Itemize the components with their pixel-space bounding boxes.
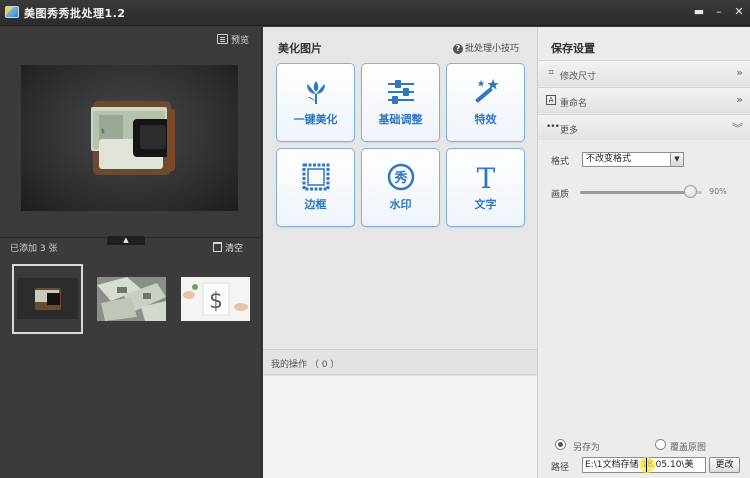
tool-frame[interactable]: 边框 — [276, 148, 355, 227]
tulip-icon — [307, 81, 325, 104]
rename-icon: A — [546, 95, 556, 105]
crop-icon: ⌗ — [548, 68, 554, 78]
rename-row[interactable]: A 重命名 » — [538, 87, 750, 113]
tool-basic-adjust[interactable]: 基础调整 — [361, 63, 440, 142]
tool-label: 水印 — [389, 198, 412, 211]
trash-icon — [213, 242, 222, 252]
quality-label: 画质 — [551, 190, 570, 200]
title-bar: 美图秀秀批处理1.2 ▬ – ✕ — [0, 0, 750, 26]
text-icon: T — [477, 162, 496, 192]
window-title: 美图秀秀批处理1.2 — [24, 7, 126, 20]
tips-link[interactable]: ? 批处理小技巧 — [452, 41, 519, 54]
operations-label: 我的操作 （ 0 ） — [271, 360, 340, 370]
thumbnail-3[interactable]: $ — [181, 277, 250, 321]
quality-slider-handle[interactable] — [683, 185, 697, 198]
tool-label: 特效 — [474, 113, 497, 126]
clear-label: 清空 — [225, 244, 244, 254]
chevron-down-icon: ▼ — [670, 153, 683, 166]
operations-header: 我的操作 （ 0 ） — [263, 349, 537, 375]
tool-text[interactable]: T 文字 — [446, 148, 525, 227]
quality-slider-fill — [580, 191, 690, 194]
text-cursor-icon — [646, 458, 648, 472]
resize-row[interactable]: ⌗ 修改尺寸 » — [538, 60, 750, 86]
thumbnail-1[interactable] — [12, 264, 83, 334]
menu-button[interactable]: ▬ — [690, 3, 708, 21]
collapse-preview-button[interactable]: ▲ — [107, 236, 145, 245]
help-icon: ? — [452, 44, 463, 54]
overwrite-radio[interactable] — [655, 439, 666, 450]
save-as-label: 另存为 — [573, 443, 601, 453]
thumbnail-2[interactable] — [97, 277, 166, 321]
collapse-chevron-icon: ︾ — [732, 122, 743, 135]
format-label: 格式 — [551, 157, 570, 167]
image-list-panel: 预览 $ ▲ 已添加 3 张 清空 $ — [0, 27, 262, 478]
operations-list — [263, 376, 537, 478]
save-as-radio[interactable] — [555, 439, 566, 450]
preview-icon — [216, 34, 228, 44]
beautify-title: 美化图片 — [278, 42, 322, 55]
frame-icon — [302, 163, 330, 191]
svg-text:秀: 秀 — [393, 170, 408, 186]
tips-label: 批处理小技巧 — [464, 44, 519, 54]
tool-auto-beautify[interactable]: 一键美化 — [276, 63, 355, 142]
preview-label: 预览 — [230, 36, 249, 46]
added-count-label: 已添加 3 张 — [10, 244, 58, 254]
more-row[interactable]: ••• 更多 ︾ — [538, 114, 750, 140]
tool-watermark[interactable]: 秀 水印 — [361, 148, 440, 227]
beautify-panel: 美化图片 ? 批处理小技巧 一键美化 基础调整 特效 边框 秀 水印 T 文字 … — [263, 27, 537, 478]
more-icon: ••• — [546, 122, 560, 132]
quality-value: 90% — [709, 187, 727, 196]
tool-label: 一键美化 — [293, 113, 338, 126]
magic-wand-icon — [475, 79, 499, 103]
close-button[interactable]: ✕ — [730, 3, 748, 21]
sliders-icon — [388, 80, 414, 104]
change-path-button[interactable]: 更改 — [709, 457, 740, 473]
tool-label: 文字 — [474, 198, 497, 211]
main-image-preview: $ — [21, 65, 238, 211]
svg-text:$: $ — [101, 128, 105, 135]
tool-effects[interactable]: 特效 — [446, 63, 525, 142]
format-value: 不改变格式 — [586, 154, 632, 164]
svg-text:T: T — [477, 162, 496, 192]
rename-label: 重命名 — [560, 99, 588, 109]
overwrite-label: 覆盖原图 — [670, 443, 707, 453]
app-logo-icon — [5, 6, 19, 18]
expand-chevron-icon: » — [736, 93, 743, 106]
minimize-button[interactable]: – — [710, 3, 728, 21]
tool-label: 基础调整 — [378, 113, 423, 126]
tool-label: 边框 — [304, 198, 327, 211]
svg-text:$: $ — [209, 289, 223, 314]
format-select[interactable]: 不改变格式 ▼ — [582, 152, 684, 167]
expand-chevron-icon: » — [736, 66, 743, 79]
preview-button[interactable]: 预览 — [216, 33, 249, 46]
save-settings-panel: 保存设置 ⌗ 修改尺寸 » A 重命名 » ••• 更多 ︾ 格式 不改变格式 … — [537, 27, 750, 478]
save-settings-title: 保存设置 — [551, 42, 595, 55]
watermark-icon: 秀 — [387, 163, 415, 191]
clear-button[interactable]: 清空 — [213, 241, 243, 254]
more-label: 更多 — [560, 126, 579, 136]
resize-label: 修改尺寸 — [560, 72, 597, 82]
path-label: 路径 — [551, 463, 570, 473]
